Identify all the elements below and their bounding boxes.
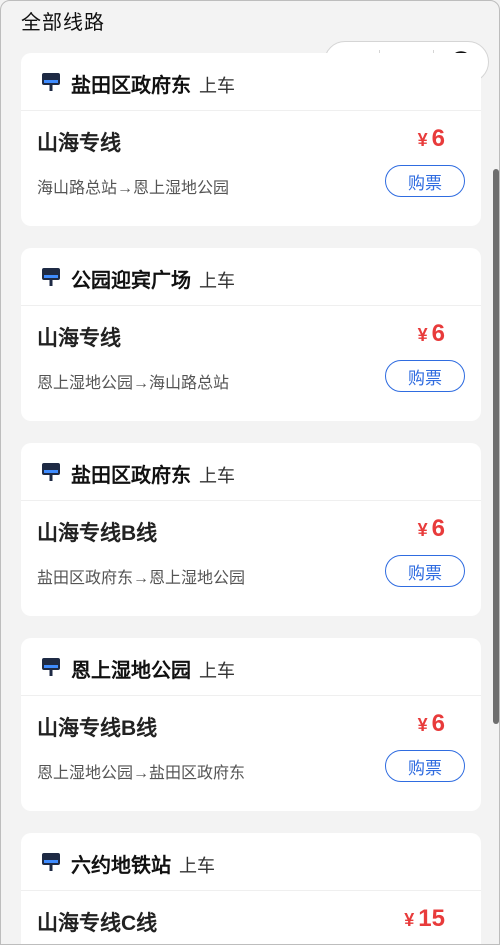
bus-stop-icon [42,853,60,871]
stop-name: 公园迎宾广场 上车 [71,270,235,292]
card-header: 盐田区政府东 上车 [21,53,481,111]
page-title: 全部线路 [21,12,105,34]
price: ¥15 [404,905,445,932]
bus-stop-icon [42,658,60,676]
buy-ticket-button[interactable]: 购票 [385,360,465,392]
bus-stop-icon [42,463,60,481]
stop-name: 恩上湿地公园 上车 [71,660,235,682]
route-direction: 盐田区政府东→恩上湿地公园 [37,570,246,587]
route-name: 山海专线 [37,132,121,155]
bus-stop-icon [42,73,60,91]
scrollbar[interactable] [493,169,499,724]
price: ¥6 [417,320,445,347]
stop-name: 盐田区政府东 上车 [71,75,235,97]
route-card[interactable]: 六约地铁站 上车 山海专线C线 ¥15 [21,833,481,944]
board-label: 上车 [199,466,235,486]
card-header: 公园迎宾广场 上车 [21,248,481,306]
price: ¥6 [417,125,445,152]
price: ¥6 [417,515,445,542]
route-card[interactable]: 恩上湿地公园 上车 山海专线B线 ¥6 恩上湿地公园→盐田区政府东 购票 [21,638,481,811]
route-name: 山海专线B线 [37,717,158,740]
price: ¥6 [417,710,445,737]
board-label: 上车 [199,76,235,96]
buy-ticket-button[interactable]: 购票 [385,555,465,587]
route-card[interactable]: 公园迎宾广场 上车 山海专线 ¥6 恩上湿地公园→海山路总站 购票 [21,248,481,421]
board-label: 上车 [199,271,235,291]
route-name: 山海专线 [37,327,121,350]
route-name: 山海专线B线 [37,522,158,545]
route-direction: 恩上湿地公园→盐田区政府东 [37,765,246,782]
route-card[interactable]: 盐田区政府东 上车 山海专线B线 ¥6 盐田区政府东→恩上湿地公园 购票 [21,443,481,616]
stop-name: 六约地铁站 上车 [71,855,215,877]
route-direction: 海山路总站→恩上湿地公园 [37,180,230,197]
board-label: 上车 [199,661,235,681]
board-label: 上车 [179,856,215,876]
buy-ticket-button[interactable]: 购票 [385,165,465,197]
bus-stop-icon [42,268,60,286]
stop-name: 盐田区政府东 上车 [71,465,235,487]
app-frame: 全部线路 盐田区政府东 上车 山海专线 ¥6 海山路总站→恩上湿地公园 购票 公… [0,0,500,945]
card-header: 六约地铁站 上车 [21,833,481,891]
route-direction: 恩上湿地公园→海山路总站 [37,375,230,392]
route-name: 山海专线C线 [37,912,158,935]
buy-ticket-button[interactable]: 购票 [385,750,465,782]
card-header: 盐田区政府东 上车 [21,443,481,501]
card-header: 恩上湿地公园 上车 [21,638,481,696]
route-card[interactable]: 盐田区政府东 上车 山海专线 ¥6 海山路总站→恩上湿地公园 购票 [21,53,481,226]
